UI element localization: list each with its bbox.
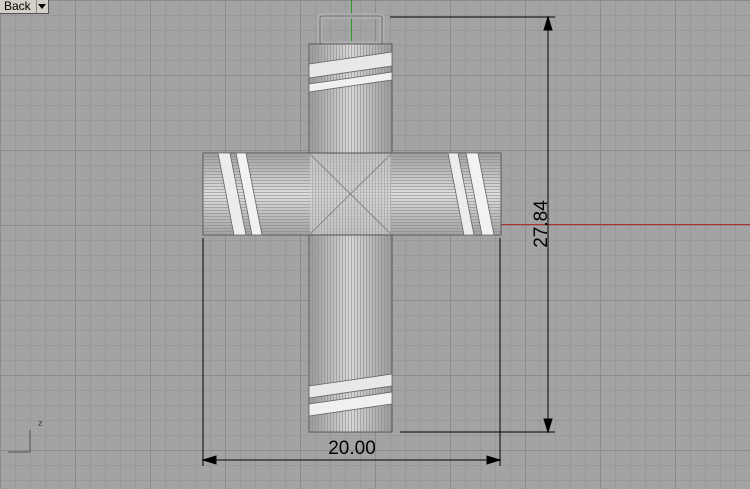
perspective-viewport[interactable]: Back 20.00 27.84 z [0,0,750,489]
pendant-bail[interactable] [317,13,385,47]
axis-widget [8,430,31,453]
height-dimension-label[interactable]: 27.84 [531,194,553,254]
model-canvas[interactable] [0,0,750,489]
width-dimension-label[interactable]: 20.00 [312,438,392,460]
cross-model[interactable] [202,43,502,433]
z-axis-label: z [38,418,43,428]
